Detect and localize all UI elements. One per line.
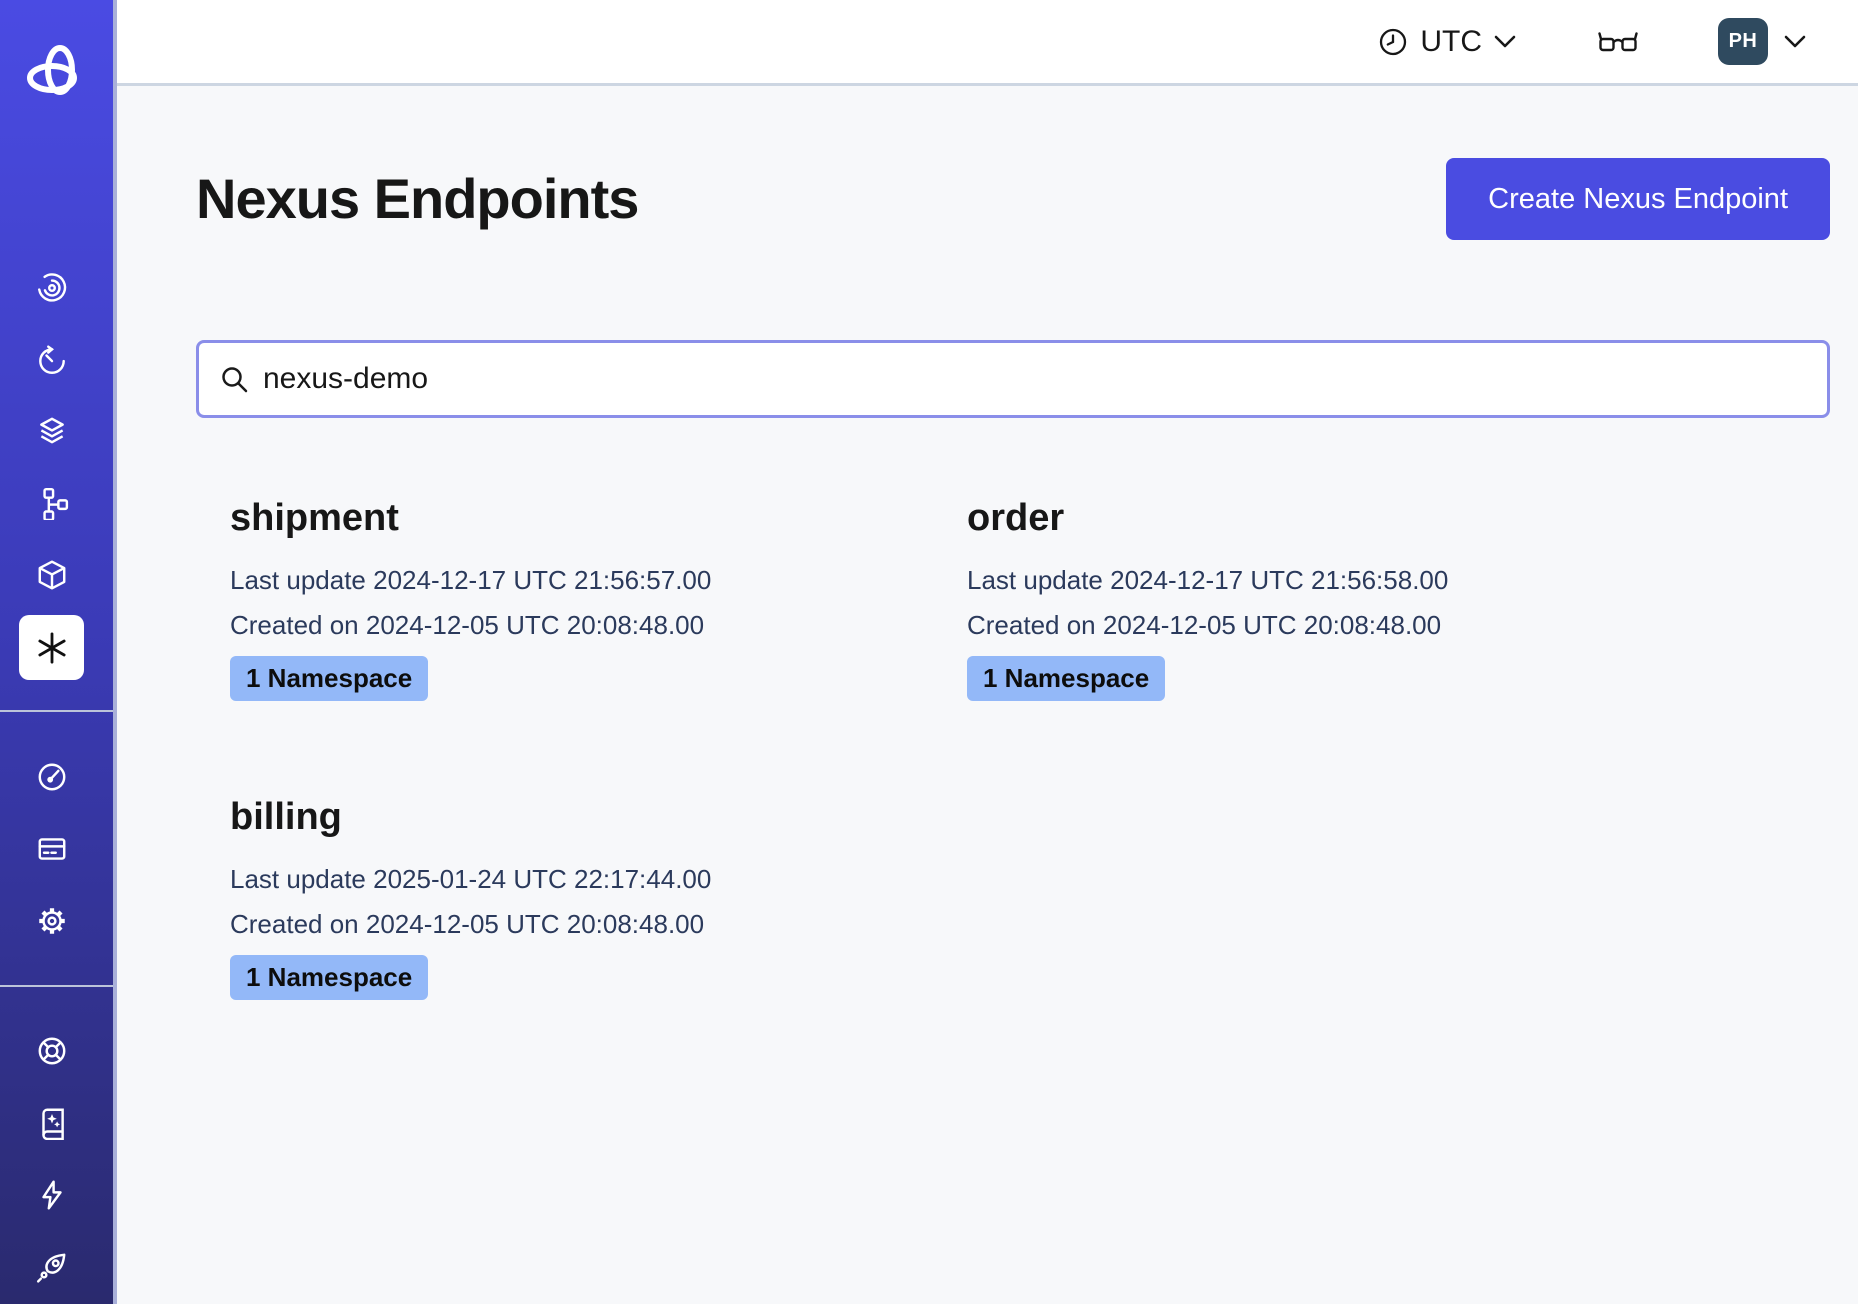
sidebar	[0, 0, 117, 1304]
namespace-badge: 1 Namespace	[230, 656, 428, 701]
spiral-icon[interactable]	[35, 271, 69, 305]
lifebuoy-icon[interactable]	[35, 1034, 69, 1068]
sidebar-divider	[0, 985, 113, 987]
chevron-down-icon[interactable]	[1784, 34, 1806, 50]
endpoint-name: shipment	[230, 497, 933, 540]
sidebar-item-nexus[interactable]	[19, 615, 84, 680]
billing-card-icon[interactable]	[35, 832, 69, 866]
main-content: Nexus Endpoints Create Nexus Endpoint sh…	[0, 158, 1858, 1000]
chevron-down-icon	[1494, 34, 1516, 50]
clock-icon	[1378, 27, 1408, 57]
endpoint-last-update: Last update 2024-12-17 UTC 21:56:57.00	[230, 558, 933, 603]
avatar[interactable]: PH	[1718, 18, 1768, 65]
cube-icon[interactable]	[35, 558, 69, 592]
namespace-badge: 1 Namespace	[967, 656, 1165, 701]
create-nexus-endpoint-button[interactable]: Create Nexus Endpoint	[1446, 158, 1830, 240]
gear-icon[interactable]	[35, 904, 69, 938]
glasses-icon[interactable]	[1598, 27, 1638, 57]
gauge-icon[interactable]	[35, 760, 69, 794]
temporal-logo[interactable]	[26, 44, 86, 109]
book-sparkles-icon[interactable]	[35, 1106, 69, 1140]
search-input[interactable]	[263, 362, 1807, 396]
endpoint-card-shipment[interactable]: shipment Last update 2024-12-17 UTC 21:5…	[196, 497, 933, 701]
timezone-selector[interactable]: UTC	[1378, 25, 1516, 59]
namespace-badge: 1 Namespace	[230, 955, 428, 1000]
endpoint-name: order	[967, 497, 1670, 540]
search-icon	[219, 364, 249, 394]
top-header: UTC PH	[117, 0, 1858, 86]
lightning-icon[interactable]	[35, 1178, 69, 1212]
endpoint-card-billing[interactable]: billing Last update 2025-01-24 UTC 22:17…	[196, 796, 933, 1000]
endpoint-last-update: Last update 2024-12-17 UTC 21:56:58.00	[967, 558, 1670, 603]
endpoint-name: billing	[230, 796, 933, 839]
sidebar-divider	[0, 710, 113, 712]
search-box	[196, 340, 1830, 418]
rocket-icon[interactable]	[35, 1250, 69, 1284]
page-head: Nexus Endpoints Create Nexus Endpoint	[196, 158, 1830, 240]
timer-icon[interactable]	[35, 343, 69, 377]
endpoint-created: Created on 2024-12-05 UTC 20:08:48.00	[230, 603, 933, 648]
endpoint-last-update: Last update 2025-01-24 UTC 22:17:44.00	[230, 857, 933, 902]
layers-icon[interactable]	[35, 414, 69, 448]
endpoint-created: Created on 2024-12-05 UTC 20:08:48.00	[230, 902, 933, 947]
workflow-icon[interactable]	[35, 486, 69, 520]
nexus-asterisk-icon	[34, 630, 70, 666]
endpoint-created: Created on 2024-12-05 UTC 20:08:48.00	[967, 603, 1670, 648]
timezone-label: UTC	[1420, 25, 1482, 59]
endpoint-card-order[interactable]: order Last update 2024-12-17 UTC 21:56:5…	[933, 497, 1670, 701]
page-title: Nexus Endpoints	[196, 158, 638, 240]
endpoint-grid: shipment Last update 2024-12-17 UTC 21:5…	[196, 497, 1830, 1000]
